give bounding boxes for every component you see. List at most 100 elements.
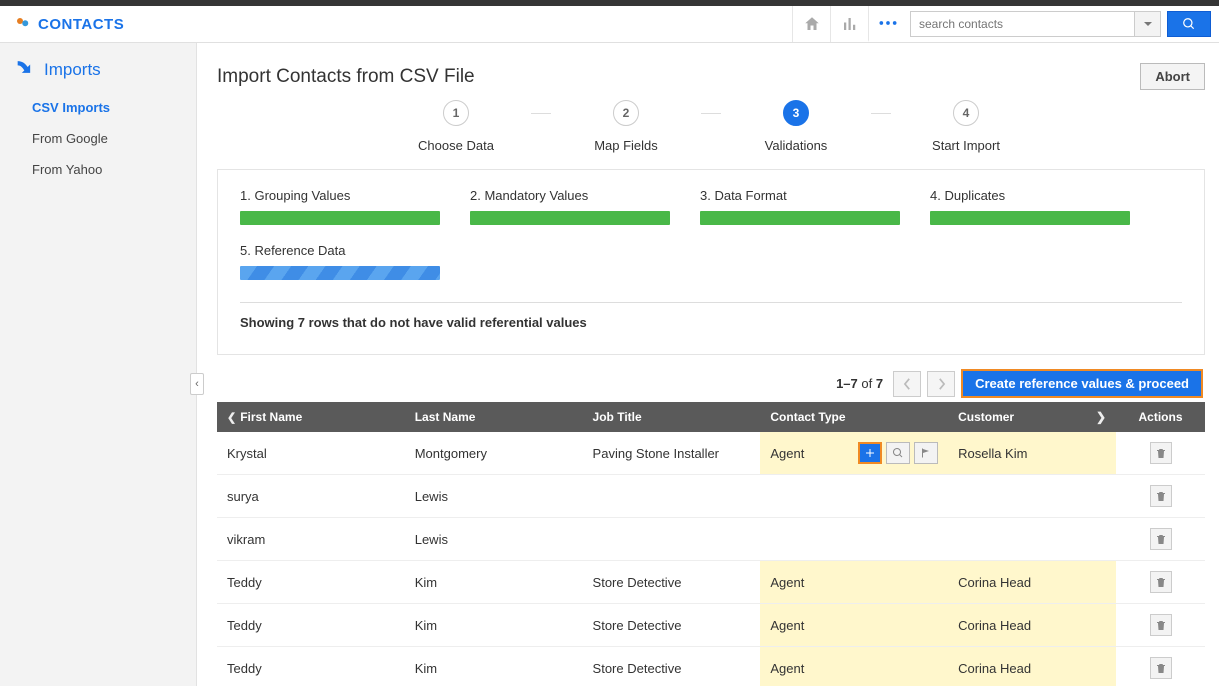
table-cell: Kim [405, 561, 583, 604]
wizard-connector [701, 113, 721, 114]
table-cell: Lewis [405, 475, 583, 518]
sidebar-item-from-google[interactable]: From Google [0, 123, 196, 154]
column-header[interactable]: Actions [1116, 402, 1205, 432]
column-header[interactable]: Contact Type [760, 402, 948, 432]
validation-step-label: 2. Mandatory Values [470, 188, 670, 203]
table-cell: Agent [760, 647, 948, 686]
validation-progress-bar [470, 211, 670, 225]
wizard-step-number: 1 [443, 100, 469, 126]
delete-row-button[interactable] [1150, 614, 1172, 636]
validation-progress-bar [240, 266, 440, 280]
delete-row-button[interactable] [1150, 442, 1172, 464]
column-header[interactable]: ❮First Name [217, 402, 405, 432]
column-header[interactable]: Job Title [583, 402, 761, 432]
table-cell: Teddy [217, 561, 405, 604]
table-cell: Corina Head [948, 561, 1116, 604]
flag-reference-button[interactable] [914, 442, 938, 464]
table-row: vikramLewis [217, 518, 1205, 561]
validation-rows-table: ❮First NameLast NameJob TitleContact Typ… [217, 402, 1205, 686]
table-cell: Krystal [217, 432, 405, 475]
search-scope-dropdown[interactable] [1135, 11, 1161, 37]
sidebar-title-text: Imports [44, 60, 101, 80]
sidebar: Imports CSV ImportsFrom GoogleFrom Yahoo… [0, 43, 197, 686]
create-reference-proceed-button[interactable]: Create reference values & proceed [961, 369, 1203, 398]
wizard-step-label: Map Fields [594, 138, 658, 153]
sidebar-item-csv-imports[interactable]: CSV Imports [0, 92, 196, 123]
row-actions-cell [1116, 432, 1205, 475]
app-name: CONTACTS [38, 16, 124, 33]
table-cell: Agent [760, 604, 948, 647]
column-header[interactable]: Last Name [405, 402, 583, 432]
validation-step-label: 1. Grouping Values [240, 188, 440, 203]
table-row: KrystalMontgomeryPaving Stone InstallerA… [217, 432, 1205, 475]
sidebar-item-from-yahoo[interactable]: From Yahoo [0, 154, 196, 185]
validation-progress-bar [930, 211, 1130, 225]
delete-row-button[interactable] [1150, 571, 1172, 593]
delete-row-button[interactable] [1150, 485, 1172, 507]
row-actions-cell [1116, 604, 1205, 647]
validation-step: 4. Duplicates [930, 188, 1130, 225]
table-cell [948, 475, 1116, 518]
table-row: TeddyKimStore DetectiveAgentCorina Head [217, 604, 1205, 647]
wizard-step-label: Choose Data [418, 138, 494, 153]
validation-message: Showing 7 rows that do not have valid re… [240, 315, 1182, 330]
delete-row-button[interactable] [1150, 657, 1172, 679]
imports-arrow-icon [16, 59, 36, 80]
wizard-step-2[interactable]: 2 Map Fields [551, 100, 701, 153]
validation-step-label: 3. Data Format [700, 188, 900, 203]
table-cell [583, 475, 761, 518]
wizard-step-label: Start Import [932, 138, 1000, 153]
wizard-step-1[interactable]: 1 Choose Data [381, 100, 531, 153]
wizard-connector [531, 113, 551, 114]
home-icon[interactable] [792, 6, 830, 42]
table-cell: Kim [405, 647, 583, 686]
table-cell: Rosella Kim [948, 432, 1116, 475]
row-actions-cell [1116, 561, 1205, 604]
sidebar-title: Imports [0, 59, 196, 88]
lookup-reference-button[interactable] [886, 442, 910, 464]
pager-prev[interactable] [893, 371, 921, 397]
pager-range: 1–7 of 7 [836, 376, 883, 391]
column-header[interactable]: Customer❯ [948, 402, 1116, 432]
page-title: Import Contacts from CSV File [217, 66, 475, 88]
table-row: TeddyKimStore DetectiveAgentCorina Head [217, 561, 1205, 604]
table-cell: Corina Head [948, 604, 1116, 647]
validation-progress-bar [700, 211, 900, 225]
table-cell [948, 518, 1116, 561]
contacts-icon [14, 15, 32, 33]
table-cell: Store Detective [583, 647, 761, 686]
table-cell [583, 518, 761, 561]
search-input[interactable] [910, 11, 1135, 37]
table-cell: Corina Head [948, 647, 1116, 686]
wizard-step-3[interactable]: 3 Validations [721, 100, 871, 153]
wizard-step-number: 3 [783, 100, 809, 126]
delete-row-button[interactable] [1150, 528, 1172, 550]
stats-icon[interactable] [830, 6, 868, 42]
chevron-right-icon: ❯ [1096, 410, 1106, 424]
abort-button[interactable]: Abort [1140, 63, 1205, 90]
wizard-connector [871, 113, 891, 114]
add-reference-button[interactable] [858, 442, 882, 464]
table-cell: Kim [405, 604, 583, 647]
pager-next[interactable] [927, 371, 955, 397]
more-icon[interactable] [868, 6, 906, 42]
table-cell: surya [217, 475, 405, 518]
table-cell: Agent [760, 561, 948, 604]
table-cell: Teddy [217, 604, 405, 647]
search-button[interactable] [1167, 11, 1211, 37]
main-content: Import Contacts from CSV File Abort 1 Cho… [197, 43, 1219, 686]
table-cell [760, 475, 948, 518]
wizard-step-label: Validations [765, 138, 828, 153]
row-actions-cell [1116, 475, 1205, 518]
table-cell: Teddy [217, 647, 405, 686]
validation-step-label: 4. Duplicates [930, 188, 1130, 203]
table-cell: Lewis [405, 518, 583, 561]
wizard-step-number: 2 [613, 100, 639, 126]
table-controls: 1–7 of 7 Create reference values & proce… [219, 369, 1203, 398]
sidebar-collapse-handle[interactable]: ‹ [190, 373, 204, 395]
table-row: suryaLewis [217, 475, 1205, 518]
app-logo[interactable]: CONTACTS [14, 15, 124, 33]
table-row: TeddyKimStore DetectiveAgentCorina Head [217, 647, 1205, 686]
app-header: CONTACTS [0, 6, 1219, 43]
wizard-step-4[interactable]: 4Start Import [891, 100, 1041, 153]
